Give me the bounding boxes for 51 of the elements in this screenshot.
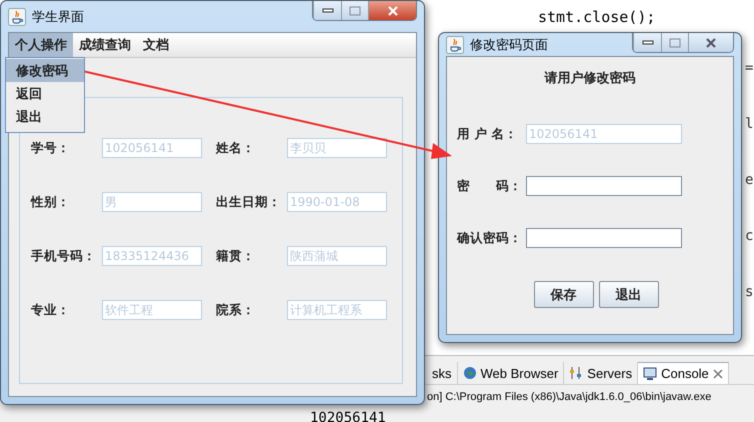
menu-option[interactable]: 修改密码	[6, 59, 84, 82]
monitor-icon	[643, 366, 658, 380]
close-icon[interactable]	[712, 368, 723, 378]
minimize-button[interactable]	[633, 33, 661, 52]
close-button[interactable]	[368, 1, 416, 20]
save-button[interactable]: 保存	[534, 281, 594, 308]
window-title: 修改密码页面	[470, 36, 549, 54]
exit-button[interactable]: 退出	[598, 281, 658, 308]
close-icon	[386, 6, 398, 16]
console-output: 102056141	[310, 410, 386, 422]
field-label: 用 户 名：	[457, 126, 519, 142]
menu-item[interactable]: 个人操作	[9, 33, 73, 57]
field-label: 性别：	[31, 194, 71, 210]
view-tab[interactable]: Console	[638, 362, 729, 384]
form-heading: 请用户修改密码	[543, 70, 636, 87]
field-label: 密 码：	[457, 178, 523, 194]
close-icon	[705, 38, 717, 48]
field-label: 姓名：	[216, 140, 256, 156]
menu-option[interactable]: 返回	[6, 82, 84, 105]
close-button[interactable]	[688, 33, 733, 52]
window-title: 学生界面	[32, 8, 85, 26]
field-label: 出生日期：	[216, 194, 282, 210]
maximize-icon	[669, 38, 681, 48]
field-label: 院系：	[216, 302, 256, 318]
view-tab[interactable]: Web Browser	[458, 362, 564, 384]
menu-item[interactable]: 成绩查询	[73, 33, 137, 57]
field-label: 手机号码：	[31, 248, 97, 264]
minimize-icon	[642, 40, 654, 46]
maximize-icon	[349, 6, 361, 16]
java-cup-icon	[8, 8, 26, 26]
minimize-button[interactable]	[313, 1, 341, 20]
console-line: on] C:\Program Files (x86)\Java\jdk1.6.0_06\bin\javaw.exe	[426, 391, 712, 403]
code-fragment: e	[745, 172, 754, 188]
code-fragment: c	[745, 228, 754, 244]
input-field[interactable]	[526, 228, 682, 248]
code-fragment: s	[745, 284, 754, 300]
menu-item[interactable]: 文档	[137, 33, 175, 57]
code-line: stmt.close();	[538, 8, 656, 27]
globe-icon	[462, 366, 476, 380]
code-fragment: =	[745, 60, 754, 76]
field-label: 专业：	[31, 302, 71, 318]
field-label: 学号：	[31, 140, 71, 156]
field-label: 确认密码：	[457, 230, 523, 246]
java-cup-icon	[446, 36, 464, 54]
menu-option[interactable]: 退出	[6, 105, 84, 128]
minimize-icon	[322, 8, 334, 14]
code-fragment: l	[745, 116, 754, 132]
view-tab[interactable]: sks	[427, 362, 458, 384]
servers-icon	[569, 366, 584, 380]
field-label: 籍贯：	[216, 248, 256, 264]
input-field[interactable]	[526, 176, 682, 196]
